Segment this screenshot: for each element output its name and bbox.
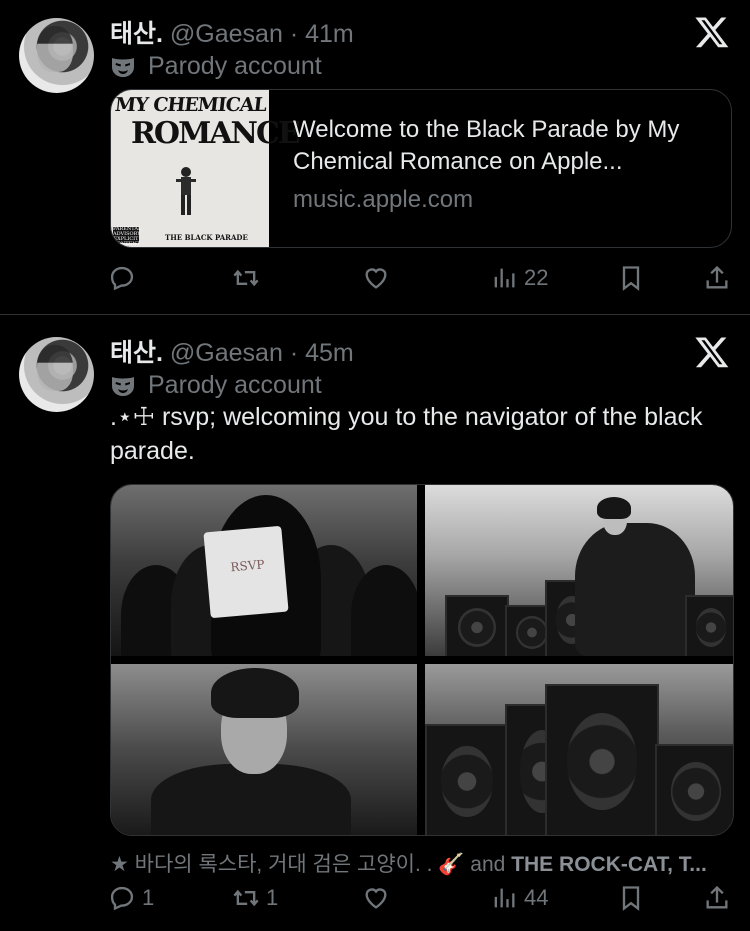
media-grid: RSVP: [110, 484, 734, 836]
tweet-divider: [0, 314, 750, 315]
reply-icon: [110, 886, 134, 911]
share-button[interactable]: [703, 884, 731, 912]
avatar[interactable]: [19, 18, 94, 93]
media-image-1[interactable]: RSVP: [111, 485, 417, 656]
tweet-actions: 1 1 44: [0, 884, 750, 918]
share-icon: [706, 885, 728, 909]
rsvp-envelope: RSVP: [203, 525, 289, 619]
speaker: [655, 744, 733, 835]
hair: [211, 668, 299, 718]
heart-icon: [365, 888, 387, 909]
link-preview-card[interactable]: MY CHEMICAL ROMANCE PARENTAL ADVISORY EX…: [110, 89, 732, 248]
speaker: [445, 595, 509, 656]
bookmark-button[interactable]: [617, 264, 645, 292]
parody-label: Parody account: [148, 371, 322, 399]
person: [151, 764, 351, 835]
heart-icon: [365, 268, 387, 289]
x-logo-icon: [695, 337, 729, 368]
views-button[interactable]: 22: [490, 264, 548, 292]
album-subtitle: THE BLACK PARADE: [165, 233, 248, 242]
views-button[interactable]: 44: [490, 884, 548, 912]
reply-button[interactable]: 1: [108, 884, 154, 912]
media-image-3[interactable]: [111, 664, 417, 835]
reply-count: 1: [142, 885, 155, 910]
parody-badge: Parody account: [110, 371, 322, 400]
tweet-1[interactable]: 태산. @Gaesan · 41m Parody account MY CHEM…: [0, 0, 750, 314]
user-handle[interactable]: @Gaesan: [170, 339, 283, 367]
timestamp[interactable]: · 41m: [290, 20, 354, 48]
repost-button[interactable]: [232, 264, 266, 292]
media-image-4[interactable]: [425, 664, 733, 835]
views-count: 22: [524, 265, 549, 290]
avatar[interactable]: [19, 337, 94, 412]
views-icon: [494, 268, 515, 288]
hooded-figure: [351, 565, 417, 656]
display-name[interactable]: 태산.: [110, 339, 163, 367]
parody-mask-icon: [112, 376, 134, 396]
link-title[interactable]: Welcome to the Black Parade by My Chemic…: [293, 114, 713, 178]
speaker: [425, 724, 509, 835]
parody-mask-icon: [112, 57, 134, 77]
views-count: 44: [524, 885, 549, 910]
like-button[interactable]: [362, 884, 396, 912]
parody-badge: Parody account: [110, 52, 322, 81]
user-handle[interactable]: @Gaesan: [170, 20, 283, 48]
repost-count: 1: [266, 885, 279, 910]
social-context-prefix: ★ 바다의 록스타, 거대 검은 고양이. . 🎸 and: [110, 853, 512, 876]
bookmark-button[interactable]: [617, 884, 645, 912]
views-icon: [494, 888, 515, 908]
hair: [597, 497, 631, 519]
rsvp-text: RSVP: [229, 557, 266, 575]
tweet-actions: 22: [0, 264, 750, 298]
person: [575, 523, 695, 656]
album-title-bottom: ROMANCE: [131, 116, 301, 151]
repost-icon: [233, 269, 259, 287]
bookmark-icon: [622, 266, 640, 291]
parody-label: Parody account: [148, 52, 322, 80]
speaker: [685, 595, 733, 656]
album-figure: [176, 167, 196, 215]
share-icon: [706, 265, 728, 289]
bookmark-icon: [622, 886, 640, 911]
x-logo-icon: [695, 17, 729, 48]
link-domain: music.apple.com: [293, 186, 474, 213]
speaker: [545, 684, 659, 835]
social-context-bold: THE ROCK-CAT, T...: [511, 853, 707, 876]
tweet-header: 태산. @Gaesan · 45m: [110, 333, 354, 369]
reply-icon: [110, 266, 134, 291]
tweet-text: .⋆☩ rsvp; welcoming you to the navigator…: [110, 403, 703, 465]
share-button[interactable]: [703, 264, 731, 292]
album-cover: MY CHEMICAL ROMANCE PARENTAL ADVISORY EX…: [111, 90, 301, 247]
like-button[interactable]: [362, 264, 396, 292]
timestamp[interactable]: · 45m: [290, 339, 354, 367]
display-name[interactable]: 태산.: [110, 20, 163, 48]
tweet-header: 태산. @Gaesan · 41m: [110, 14, 354, 50]
repost-button[interactable]: 1: [232, 884, 278, 912]
reply-button[interactable]: [108, 264, 142, 292]
parental-advisory-label: PARENTAL ADVISORY EXPLICIT CONTENT: [113, 226, 142, 247]
social-context[interactable]: ★ 바다의 록스타, 거대 검은 고양이. . 🎸 and THE ROCK-C…: [110, 848, 707, 878]
media-image-2[interactable]: [425, 485, 733, 656]
album-title-top: MY CHEMICAL: [113, 94, 268, 116]
repost-icon: [233, 889, 259, 907]
